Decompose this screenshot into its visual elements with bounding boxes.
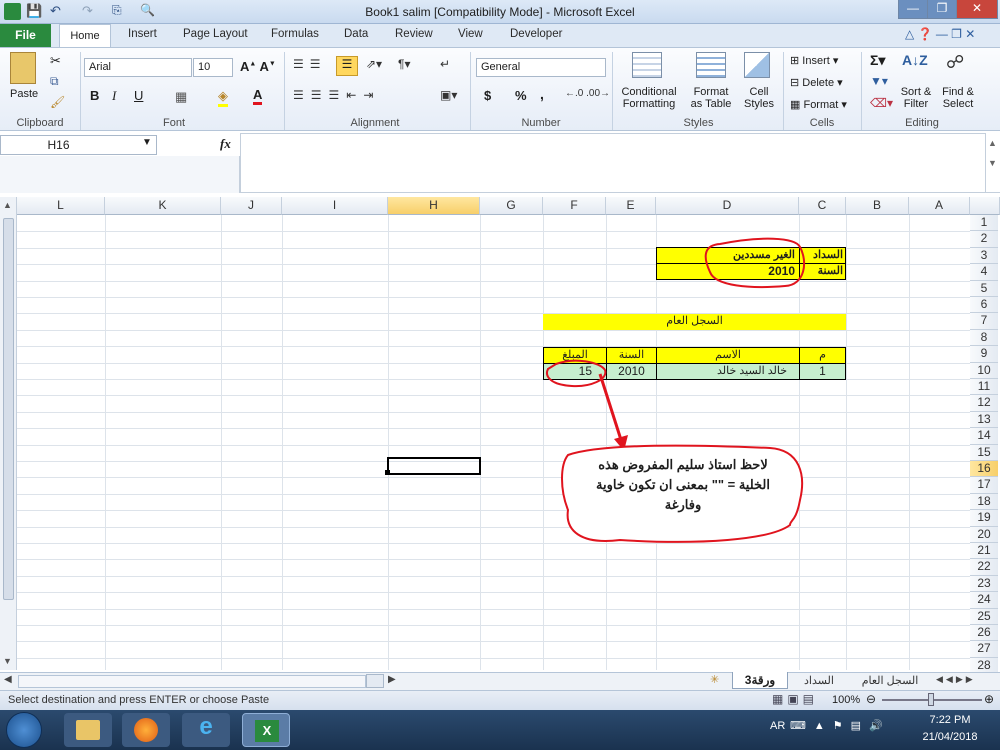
language-indicator[interactable]: AR <box>770 720 785 732</box>
callout-text: لاحظ استاذ سليم المفروض هذه الخلية = "" … <box>570 455 796 515</box>
annotation-layer <box>546 237 806 543</box>
status-message: Select destination and press ENTER or ch… <box>8 694 270 706</box>
zoom-level[interactable]: 100% <box>832 694 860 706</box>
view-mode-icons[interactable]: ▦▣▤ <box>772 692 818 706</box>
scroll-thumb[interactable] <box>3 218 14 600</box>
circle-annotation-d3 <box>704 237 806 289</box>
horizontal-scrollbar[interactable] <box>18 675 366 688</box>
sheet-tab-3[interactable]: ورقة3 <box>732 672 788 689</box>
arrow-annotation <box>598 373 624 444</box>
horizontal-scroll-right-icon[interactable]: ▶ <box>388 674 396 685</box>
callout-line-1: لاحظ استاذ سليم المفروض هذه <box>598 457 768 472</box>
sheet-tab-general[interactable]: السجل العام <box>850 674 930 687</box>
zoom-out-icon[interactable]: ⊖ <box>866 692 876 706</box>
explorer-taskbar-icon[interactable] <box>64 713 112 747</box>
clock-time: 7:22 PM <box>929 714 971 726</box>
tray-icons[interactable]: ⌨▲⚑▤🔊 <box>790 719 891 732</box>
zoom-in-icon[interactable]: ⊕ <box>984 692 994 706</box>
horizontal-scroll-left-icon[interactable]: ◀ <box>4 674 12 685</box>
callout-line-3: وفارغة <box>664 497 702 512</box>
firefox-taskbar-icon[interactable] <box>122 713 170 747</box>
circle-annotation-f10 <box>546 359 607 388</box>
scroll-up-icon[interactable]: ▲ <box>3 200 12 210</box>
insert-sheet-icon[interactable]: ✳ <box>710 673 719 686</box>
sheet-tab-sadad[interactable]: السداد <box>792 674 846 687</box>
excel-taskbar-icon[interactable]: X <box>242 713 290 747</box>
clock-date: 21/04/2018 <box>922 731 978 743</box>
scroll-down-icon[interactable]: ▼ <box>3 656 12 666</box>
zoom-slider-thumb[interactable] <box>928 693 934 706</box>
horizontal-scroll-thumb[interactable] <box>366 674 384 688</box>
sheet-nav-icons[interactable]: ◀◀▶▶ <box>936 674 976 685</box>
ie-taskbar-icon[interactable]: e <box>182 713 230 747</box>
start-button-icon[interactable] <box>6 712 42 748</box>
callout-line-2: الخلية = "" بمعنى ان تكون خاوية <box>596 477 770 492</box>
